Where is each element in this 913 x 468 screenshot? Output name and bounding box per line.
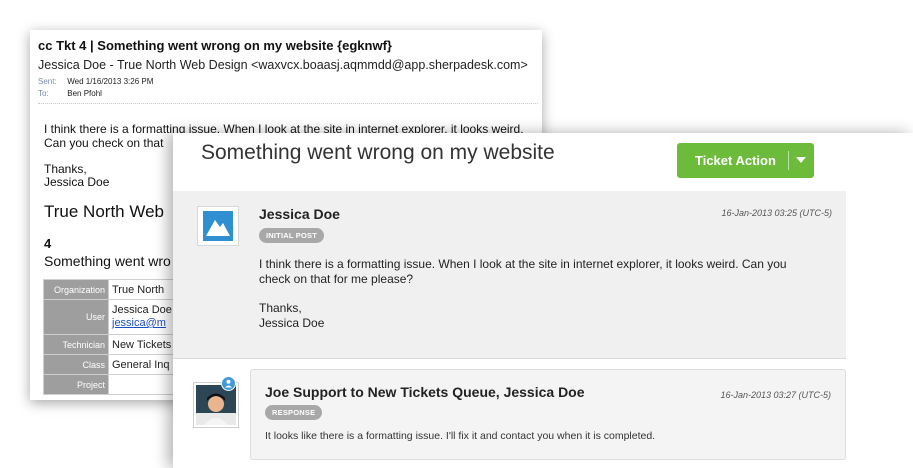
table-label: Technician: [43, 334, 109, 355]
ticket-action-label: Ticket Action: [695, 153, 776, 168]
post-thanks: Thanks,: [259, 301, 302, 315]
post-signature: Thanks, Jessica Doe: [259, 301, 324, 331]
email-signature-name: Jessica Doe: [44, 175, 110, 189]
user-icon: [221, 376, 236, 391]
ticket-title: Something went wrong on my website: [201, 141, 555, 164]
initial-post-badge: INITIAL POST: [259, 228, 325, 243]
ticket-action-button[interactable]: Ticket Action: [677, 143, 814, 178]
initial-post: Jessica Doe INITIAL POST 16-Jan-2013 03:…: [173, 191, 846, 359]
post-body: It looks like there is a formatting issu…: [265, 430, 656, 442]
email-sent-label: Sent:: [38, 77, 57, 86]
table-label: Class: [43, 354, 109, 375]
email-sent-row: Sent: Wed 1/16/2013 3:26 PM: [38, 77, 153, 86]
ticket-panel: Something went wrong on my website Ticke…: [173, 133, 913, 468]
mountain-logo-icon: [197, 206, 239, 246]
response-post: Joe Support to New Tickets Queue, Jessic…: [250, 369, 846, 460]
email-divider: [38, 103, 538, 104]
email-from: Jessica Doe - True North Web Design <wax…: [38, 58, 528, 72]
chevron-down-icon[interactable]: [796, 157, 806, 163]
email-company: True North Web: [44, 202, 164, 221]
post-timestamp: 16-Jan-2013 03:27 (UTC-5): [720, 390, 831, 400]
email-sent-value: Wed 1/16/2013 3:26 PM: [67, 77, 154, 86]
post-body-line: check on that for me please?: [259, 272, 414, 286]
email-subject: cc Tkt 4 | Something went wrong on my we…: [38, 38, 392, 53]
post-timestamp: 16-Jan-2013 03:25 (UTC-5): [721, 208, 832, 218]
email-to-row: To: Ben Pfohl: [38, 89, 102, 98]
table-label: User: [43, 299, 109, 335]
post-body: I think there is a formatting issue. Whe…: [259, 257, 819, 287]
table-label: Organization: [43, 279, 109, 300]
button-divider: [788, 151, 789, 170]
email-to-label: To:: [38, 89, 49, 98]
email-ticket-number: 4: [44, 236, 52, 251]
post-author: Jessica Doe: [259, 206, 340, 222]
email-ticket-subject: Something went wro: [44, 253, 171, 269]
table-label: Project: [43, 374, 109, 395]
post-signature-name: Jessica Doe: [259, 316, 325, 330]
post-body-line: I think there is a formatting issue. Whe…: [259, 257, 787, 271]
post-author: Joe Support to New Tickets Queue, Jessic…: [265, 384, 585, 400]
response-badge: RESPONSE: [265, 405, 323, 420]
email-to-value: Ben Pfohl: [67, 89, 102, 98]
email-signature: Thanks, Jessica Doe: [44, 163, 109, 189]
